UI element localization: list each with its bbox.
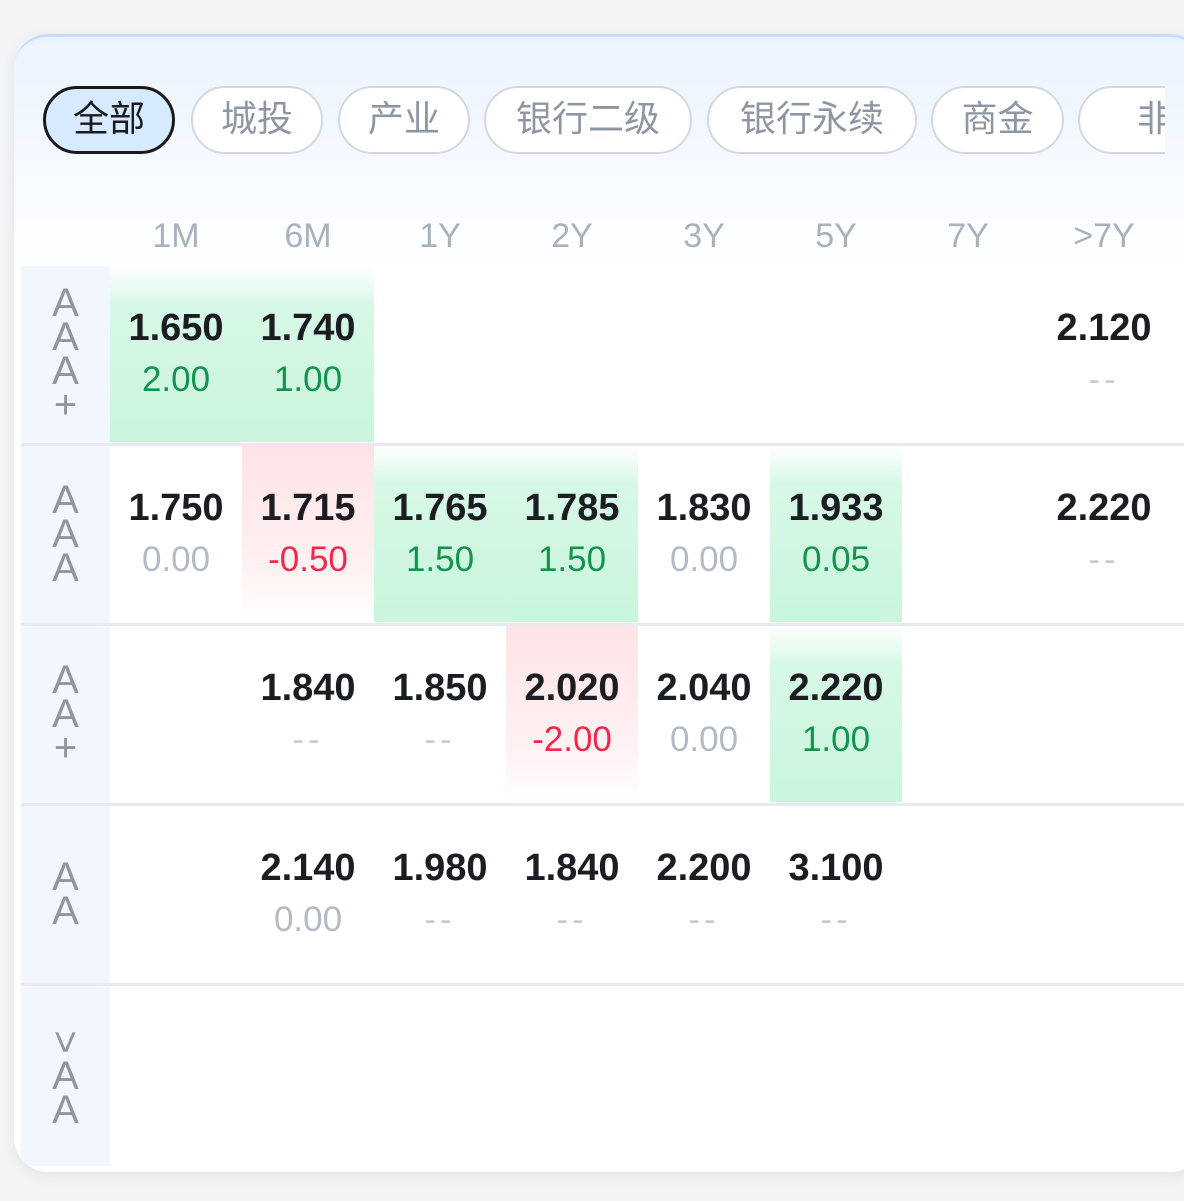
rating-label: AAA bbox=[21, 446, 110, 622]
rating-char: < bbox=[43, 1030, 88, 1054]
yield-rate: 1.650 bbox=[128, 307, 224, 349]
yield-rate: 2.120 bbox=[1056, 307, 1152, 349]
yield-cell[interactable]: 3.100 -- bbox=[770, 806, 902, 982]
yield-cell[interactable]: 2.040 0.00 bbox=[638, 626, 770, 802]
yield-cell[interactable]: 2.220 1.00 bbox=[770, 626, 902, 802]
tenor-header: 5Y bbox=[815, 217, 857, 255]
rating-label: A A A + bbox=[21, 266, 110, 442]
yield-rate: 1.750 bbox=[128, 487, 224, 529]
tab-3[interactable]: 银行二级 bbox=[484, 86, 692, 154]
row-divider bbox=[21, 983, 1184, 986]
tab-0[interactable]: 全部 bbox=[43, 86, 175, 154]
yield-change: 1.00 bbox=[273, 360, 343, 399]
yield-rate: 2.220 bbox=[788, 667, 884, 709]
tenor-header: 1Y bbox=[419, 217, 461, 255]
yield-change: 1.00 bbox=[801, 720, 871, 759]
yield-rate: 2.140 bbox=[260, 847, 356, 889]
yield-cell[interactable]: 2.020 -2.00 bbox=[506, 626, 638, 802]
yield-rate: 1.840 bbox=[524, 847, 620, 889]
tab-2[interactable]: 产业 bbox=[338, 86, 470, 154]
yield-rate: 1.980 bbox=[392, 847, 488, 889]
yield-rate: 2.020 bbox=[524, 667, 620, 709]
yield-change: 0.00 bbox=[669, 720, 739, 759]
tab-5[interactable]: 商金 bbox=[931, 86, 1064, 154]
rating-char: + bbox=[53, 726, 78, 770]
yield-cell[interactable]: 2.200 -- bbox=[638, 806, 770, 982]
rating-label: < A A bbox=[21, 986, 110, 1166]
yield-rate: 1.785 bbox=[524, 487, 620, 529]
yield-rate: 1.715 bbox=[260, 487, 356, 529]
yield-cell[interactable]: 1.980 -- bbox=[374, 806, 506, 982]
rating-char: A bbox=[52, 1088, 79, 1132]
tenor-header: >7Y bbox=[1073, 217, 1135, 255]
yield-cell[interactable]: 1.840 -- bbox=[242, 626, 374, 802]
yield-cell[interactable]: 2.140 0.00 bbox=[242, 806, 374, 982]
yield-rate: 2.200 bbox=[656, 847, 752, 889]
yield-change: 0.00 bbox=[141, 540, 211, 579]
yield-rate: 1.830 bbox=[656, 487, 752, 529]
yield-change: 0.00 bbox=[669, 540, 739, 579]
yield-cell[interactable]: 1.765 1.50 bbox=[374, 446, 506, 622]
yield-change: -- bbox=[424, 900, 456, 939]
yield-change: -0.50 bbox=[268, 540, 348, 579]
yield-rate: 1.840 bbox=[260, 667, 356, 709]
yield-cell[interactable]: 2.120 -- bbox=[1038, 266, 1170, 442]
yield-cell[interactable]: 1.785 1.50 bbox=[506, 446, 638, 622]
rating-label: AA bbox=[21, 806, 110, 982]
yield-change: 0.05 bbox=[801, 540, 871, 579]
yield-change: -- bbox=[1088, 540, 1120, 579]
rating-char: + bbox=[53, 383, 78, 427]
tenor-header: 7Y bbox=[947, 217, 989, 255]
yield-change: 1.50 bbox=[405, 540, 475, 579]
tab-4[interactable]: 银行永续 bbox=[707, 86, 917, 154]
yield-cell[interactable]: 2.220 -- bbox=[1038, 446, 1170, 622]
yield-change: -- bbox=[556, 900, 588, 939]
yield-cell[interactable]: 1.933 0.05 bbox=[770, 446, 902, 622]
yield-change: -- bbox=[292, 720, 324, 759]
yield-cell[interactable]: 1.830 0.00 bbox=[638, 446, 770, 622]
yield-cell[interactable]: 1.840 -- bbox=[506, 806, 638, 982]
tenor-header: 2Y bbox=[551, 217, 593, 255]
yield-cell[interactable]: 1.715 -0.50 bbox=[242, 446, 374, 622]
tab-6[interactable]: 非二 bbox=[1078, 86, 1165, 154]
rating-label: A A + bbox=[21, 626, 110, 802]
yield-cell[interactable]: 1.850 -- bbox=[374, 626, 506, 802]
tenor-header: 1M bbox=[152, 217, 200, 255]
yield-rate: 2.220 bbox=[1056, 487, 1152, 529]
yield-change: 1.50 bbox=[537, 540, 607, 579]
rating-char: A bbox=[52, 889, 79, 933]
yield-matrix-card: 全部城投产业银行二级银行永续商金非二 1M6M1Y2Y3Y5Y7Y>7YAAA+… bbox=[14, 34, 1184, 1172]
yield-rate: 1.933 bbox=[788, 487, 884, 529]
yield-rate: 3.100 bbox=[788, 847, 884, 889]
yield-cell[interactable]: 1.650 2.00 bbox=[110, 266, 242, 442]
rating-char: A bbox=[52, 546, 79, 590]
tenor-header: 6M bbox=[284, 217, 332, 255]
yield-change: -- bbox=[820, 900, 852, 939]
yield-rate: 1.740 bbox=[260, 307, 356, 349]
yield-cell[interactable]: 1.750 0.00 bbox=[110, 446, 242, 622]
tenor-header: 3Y bbox=[683, 217, 725, 255]
yield-change: -- bbox=[1088, 360, 1120, 399]
tab-1[interactable]: 城投 bbox=[191, 86, 323, 154]
yield-rate: 1.850 bbox=[392, 667, 488, 709]
yield-cell[interactable]: 1.740 1.00 bbox=[242, 266, 374, 442]
bond-type-tabs: 全部城投产业银行二级银行永续商金非二 bbox=[43, 86, 1165, 158]
yield-change: 0.00 bbox=[273, 900, 343, 939]
yield-change: -2.00 bbox=[532, 720, 612, 759]
yield-change: -- bbox=[688, 900, 720, 939]
yield-rate: 1.765 bbox=[392, 487, 488, 529]
yield-change: -- bbox=[424, 720, 456, 759]
yield-rate: 2.040 bbox=[656, 667, 752, 709]
yield-change: 2.00 bbox=[141, 360, 211, 399]
